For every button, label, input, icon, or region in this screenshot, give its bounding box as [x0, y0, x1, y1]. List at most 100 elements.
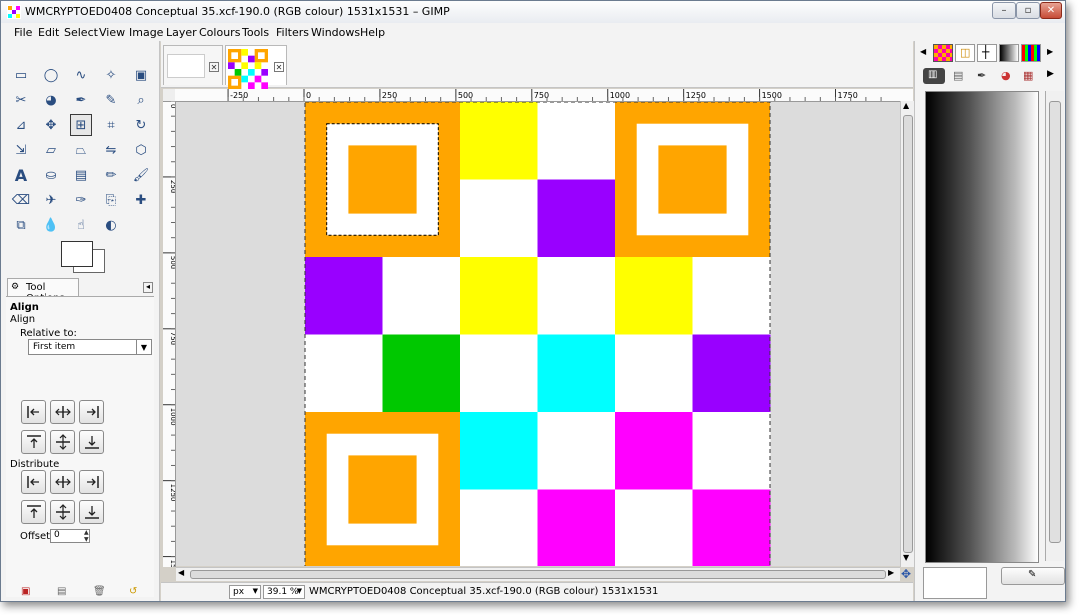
close-icon[interactable]: ✕	[274, 62, 284, 72]
menu-windows[interactable]: Windows	[311, 26, 360, 39]
distribute-top-button[interactable]	[21, 500, 46, 524]
dock-arrow-right-icon[interactable]: ▶	[1047, 47, 1053, 56]
minimize-button[interactable]: –	[992, 2, 1016, 19]
cage-icon[interactable]: ⬡	[130, 139, 152, 161]
align-icon[interactable]: ⊞	[70, 114, 92, 136]
unit-select[interactable]: px ▼	[229, 585, 261, 599]
menu-filters[interactable]: Filters	[276, 26, 309, 39]
relative-to-select[interactable]: First item ▼	[28, 339, 152, 355]
align-middle-button[interactable]	[50, 430, 75, 454]
rect-select-icon[interactable]: ▭	[10, 64, 32, 86]
canvas-area[interactable]	[176, 102, 900, 566]
scale-icon[interactable]: ⇲	[10, 139, 32, 161]
colormap-tab-icon[interactable]: ◕	[1001, 69, 1011, 82]
color-picker-icon[interactable]: ✎	[100, 89, 122, 111]
ink-icon[interactable]: ✑	[70, 189, 92, 211]
save-options-icon[interactable]: ▣	[21, 586, 30, 597]
palettes-tab-icon[interactable]	[1021, 44, 1041, 62]
menu-edit[interactable]: Edit	[38, 26, 59, 39]
select-by-color-icon[interactable]: ▣	[130, 64, 152, 86]
align-bottom-button[interactable]	[79, 430, 104, 454]
dock-edit-button[interactable]: ✎	[1001, 567, 1065, 585]
tool-presets-tab-icon[interactable]: ┼	[977, 44, 997, 62]
perspective-clone-icon[interactable]: ⧉	[10, 214, 32, 236]
smudge-icon[interactable]: ☝	[70, 214, 92, 236]
paintbrush-icon[interactable]: 🖌	[130, 164, 152, 186]
flip-icon[interactable]: ⇋	[100, 139, 122, 161]
dodge-burn-icon[interactable]: ◐	[100, 214, 122, 236]
menu-tools[interactable]: Tools	[242, 26, 269, 39]
distribute-right-button[interactable]	[79, 470, 104, 494]
paths-tab-icon[interactable]: ✒	[977, 69, 986, 82]
patterns-tab-icon[interactable]	[933, 44, 953, 62]
foreground-color-swatch[interactable]	[61, 241, 93, 267]
restore-options-icon[interactable]: ▤	[57, 586, 66, 597]
histogram-tab-icon[interactable]: ▦	[1023, 69, 1033, 82]
dock-arrow-left-icon[interactable]: ◀	[920, 47, 926, 56]
vertical-scrollbar[interactable]: ▲ ▼	[900, 101, 914, 567]
paths-icon[interactable]: ✒	[70, 89, 92, 111]
restore-button[interactable]: ▫	[1016, 2, 1040, 19]
distribute-bottom-button[interactable]	[79, 500, 104, 524]
scroll-left-icon[interactable]: ◀	[178, 568, 184, 577]
dock-scroll-thumb[interactable]	[1049, 101, 1061, 543]
scroll-right-icon[interactable]: ▶	[888, 568, 894, 577]
blend-icon[interactable]: ▤	[70, 164, 92, 186]
scissors-icon[interactable]: ✂	[10, 89, 32, 111]
distribute-middle-button[interactable]	[50, 500, 75, 524]
ellipse-select-icon[interactable]: ◯	[40, 64, 62, 86]
dock-arrow-right-icon[interactable]: ▶	[1047, 69, 1054, 79]
layers-tab-icon[interactable]: ▥	[923, 68, 945, 84]
zoom-select[interactable]: 39.1 % ▼	[263, 585, 305, 599]
rotate-icon[interactable]: ↻	[130, 114, 152, 136]
navigate-icon[interactable]: ✥	[901, 567, 911, 581]
menu-help[interactable]: Help	[360, 26, 385, 39]
close-icon[interactable]: ✕	[209, 62, 219, 72]
channels-tab-icon[interactable]: ▤	[953, 69, 963, 82]
bucket-fill-icon[interactable]: ⛀	[40, 164, 62, 186]
foreground-select-icon[interactable]: ◕	[40, 89, 62, 111]
free-select-icon[interactable]: ∿	[70, 64, 92, 86]
tool-options-tab[interactable]: ⚙ Tool Options	[7, 278, 79, 304]
fg-bg-colors[interactable]	[61, 241, 105, 273]
eraser-icon[interactable]: ⌫	[10, 189, 32, 211]
image-canvas[interactable]	[176, 102, 900, 566]
menu-layer[interactable]: Layer	[166, 26, 197, 39]
brushes-tab-icon[interactable]: ◫	[955, 44, 975, 62]
dock-scrollbar[interactable]	[1045, 91, 1064, 561]
airbrush-icon[interactable]: ✈	[40, 189, 62, 211]
gradient-preview[interactable]	[925, 91, 1039, 563]
distribute-center-button[interactable]	[50, 470, 75, 494]
close-button[interactable]: ✕	[1040, 2, 1062, 19]
align-right-button[interactable]	[79, 400, 104, 424]
move-icon[interactable]: ✥	[40, 114, 62, 136]
menu-image[interactable]: Image	[129, 26, 163, 39]
dock-thumbnail[interactable]	[923, 567, 987, 599]
vertical-scroll-thumb[interactable]	[903, 115, 913, 553]
reset-options-icon[interactable]: ↺	[129, 586, 137, 597]
image-tab-qr[interactable]: ✕	[225, 45, 287, 89]
menu-view[interactable]: View	[99, 26, 125, 39]
zoom-icon[interactable]: ⌕	[130, 89, 152, 111]
menu-select[interactable]: Select	[64, 26, 98, 39]
offset-spinner[interactable]: ▲ ▼	[84, 529, 92, 543]
delete-options-icon[interactable]: 🗑	[93, 586, 106, 597]
scroll-up-icon[interactable]: ▲	[903, 101, 909, 110]
clone-icon[interactable]: ⎘	[100, 189, 122, 211]
horizontal-scroll-thumb[interactable]	[190, 570, 886, 579]
align-left-button[interactable]	[21, 400, 46, 424]
heal-icon[interactable]: ✚	[130, 189, 152, 211]
measure-icon[interactable]: ⊿	[10, 114, 32, 136]
menu-colours[interactable]: Colours	[199, 26, 240, 39]
fuzzy-select-icon[interactable]: ✧	[100, 64, 122, 86]
gradients-tab-icon[interactable]	[999, 44, 1019, 62]
pencil-icon[interactable]: ✏	[100, 164, 122, 186]
image-tab-blank[interactable]: ✕	[163, 45, 223, 85]
menu-file[interactable]: File	[14, 26, 32, 39]
perspective-icon[interactable]: ⏢	[70, 139, 92, 161]
horizontal-ruler[interactable]: -250 0 250 500 750 1000 1250 1500 1750	[175, 89, 913, 102]
align-top-button[interactable]	[21, 430, 46, 454]
text-icon[interactable]: A	[10, 164, 32, 186]
crop-icon[interactable]: ⌗	[100, 114, 122, 136]
blur-icon[interactable]: 💧	[40, 214, 62, 236]
